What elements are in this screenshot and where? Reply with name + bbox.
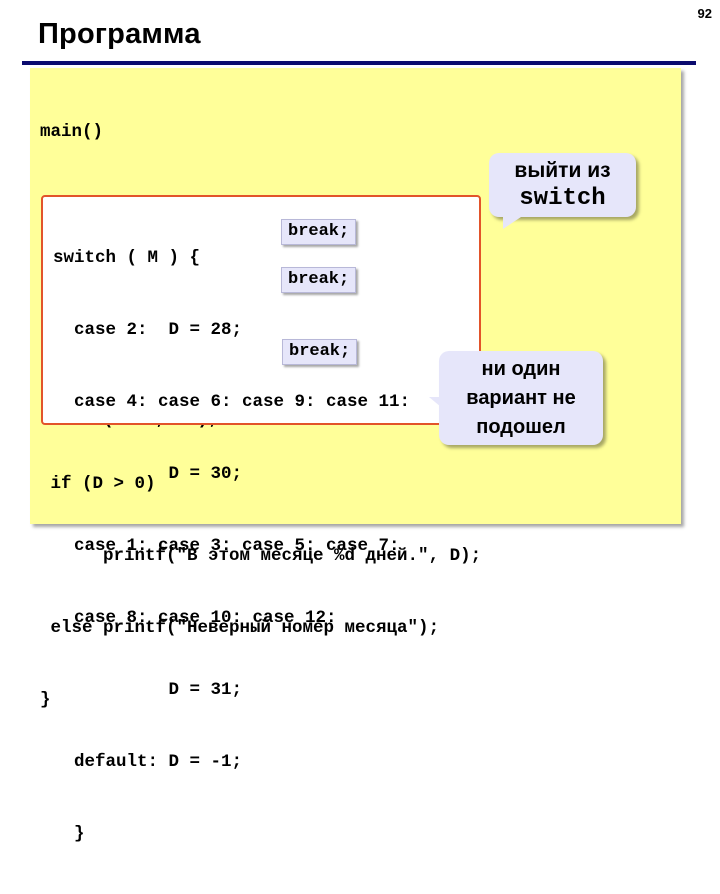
code-line: main() [40,122,104,142]
callout-text: вариант не [466,387,576,409]
callout-no-match: ни один вариант не подошел [429,351,603,445]
slide-title: Программа [38,18,201,50]
break-label: break; [281,267,357,293]
page-number: 92 [697,6,712,21]
callout-exit-switch: выйти из switch [489,153,636,229]
code-line: } [53,824,85,844]
code-line: case 4: case 6: case 9: case 11: [53,392,411,412]
switch-block: switch ( M ) { case 2: D = 28; case 4: c… [41,195,481,844]
code-line: switch ( M ) { [53,248,201,268]
code-line: D = 31; [53,680,243,700]
code-line: default: D = -1; [53,752,243,772]
callout-tail [503,217,521,229]
code-line: D = 30; [53,464,243,484]
callout-text: ни один [481,358,561,380]
switch-code: switch ( M ) { case 2: D = 28; case 4: c… [53,198,410,894]
callout-code-text: switch [519,185,606,212]
break-label: break; [282,339,358,365]
code-line: case 1: case 3: case 5: case 7: [53,536,400,556]
code-line: case 8: case 10: case 12: [53,608,337,628]
callout-tail [429,397,441,407]
title-underline [22,61,696,65]
break-label: break; [281,219,357,245]
callout-text: подошел [476,416,566,438]
callout-text: выйти из [514,159,611,182]
